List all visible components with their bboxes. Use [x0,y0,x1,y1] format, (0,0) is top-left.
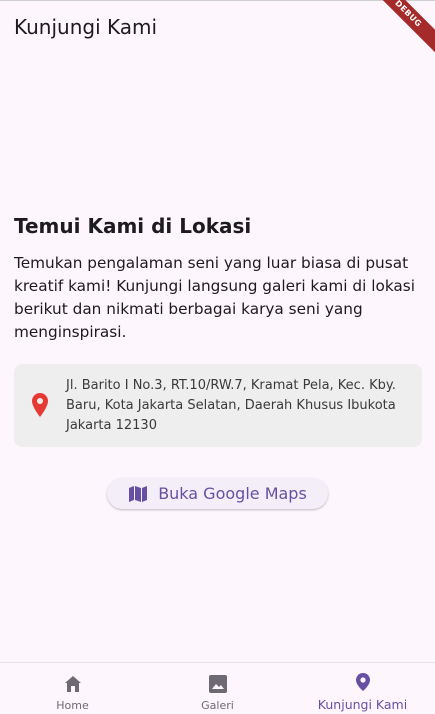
bottom-navigation: Home Galeri Kunjungi Kami [0,662,435,714]
location-pin-icon [32,393,48,417]
home-icon [64,676,81,692]
open-google-maps-button[interactable]: Buka Google Maps [107,478,328,509]
nav-label-kunjungi-kami: Kunjungi Kami [317,697,408,712]
map-icon [129,485,148,502]
section-description: Temukan pengalaman seni yang luar biasa … [14,254,416,341]
main-content: Temui Kami di Lokasi Temukan pengalaman … [14,214,418,344]
address-text: Jl. Barito I No.3, RT.10/RW.7, Kramat Pe… [66,378,396,433]
maps-button-label: Buka Google Maps [158,484,307,503]
nav-item-galeri[interactable]: Galeri [145,663,290,714]
nav-item-home[interactable]: Home [0,663,145,714]
nav-label-home: Home [56,699,89,712]
nav-label-galeri: Galeri [201,699,234,712]
section-heading: Temui Kami di Lokasi [14,214,252,238]
nav-item-kunjungi-kami[interactable]: Kunjungi Kami [290,663,435,714]
page-title: Kunjungi Kami [14,15,158,39]
app-bar: Kunjungi Kami [0,0,435,56]
image-icon [208,675,227,693]
location-pin-icon [355,673,370,691]
address-card: Jl. Barito I No.3, RT.10/RW.7, Kramat Pe… [14,364,422,447]
